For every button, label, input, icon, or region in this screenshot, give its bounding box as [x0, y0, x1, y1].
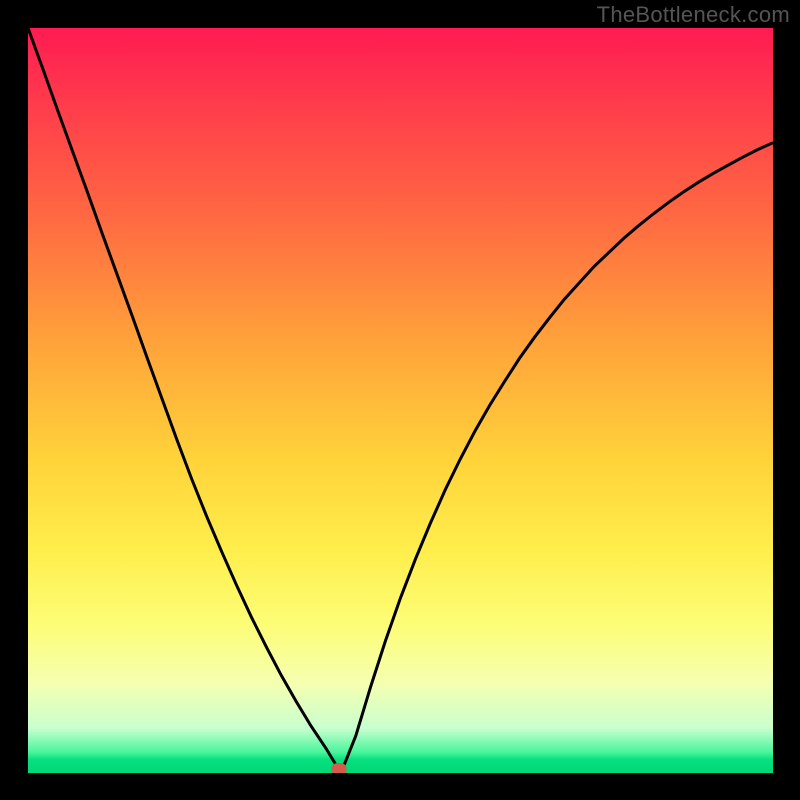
plot-area [28, 28, 773, 773]
chart-frame: TheBottleneck.com [0, 0, 800, 800]
minimum-marker-icon [332, 763, 347, 773]
bottleneck-curve [28, 28, 773, 773]
curve-svg [28, 28, 773, 773]
watermark-text: TheBottleneck.com [597, 2, 790, 28]
